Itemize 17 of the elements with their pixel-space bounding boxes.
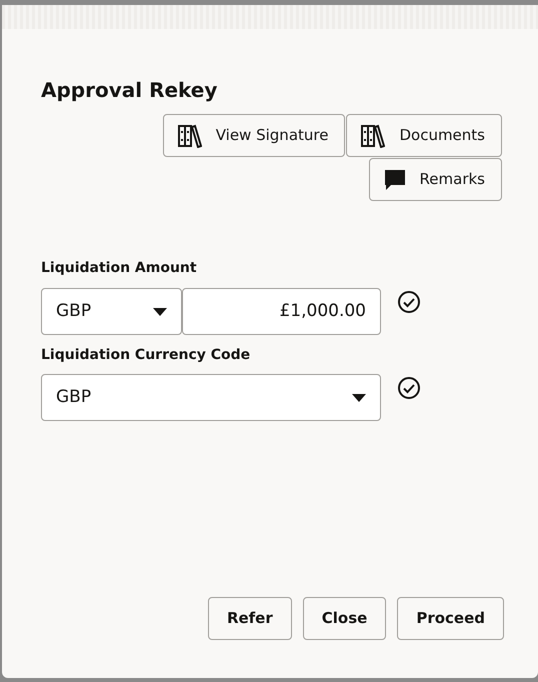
dropdown-caret-icon <box>153 308 167 316</box>
currency-dropdown[interactable]: GBP <box>41 374 381 421</box>
amount-field[interactable]: £1,000.00 <box>182 288 381 335</box>
dropdown-caret-icon <box>352 394 366 402</box>
action-button[interactable]: Documents <box>346 114 502 157</box>
action-button[interactable]: View Signature <box>162 114 346 157</box>
books-icon <box>178 124 202 148</box>
field-label: Liquidation Currency Code <box>41 346 252 365</box>
footer-button[interactable]: Proceed <box>397 597 504 640</box>
action-button[interactable]: Remarks <box>368 158 502 201</box>
dialog-title: Approval Rekey <box>41 77 218 103</box>
books-icon <box>361 124 386 148</box>
comment-icon <box>384 168 406 190</box>
footer-button[interactable]: Refer <box>208 597 292 640</box>
footer-button[interactable]: Close <box>302 597 386 640</box>
field-label: Liquidation Amount <box>41 259 198 278</box>
currency-dropdown[interactable]: GBP <box>41 288 182 335</box>
